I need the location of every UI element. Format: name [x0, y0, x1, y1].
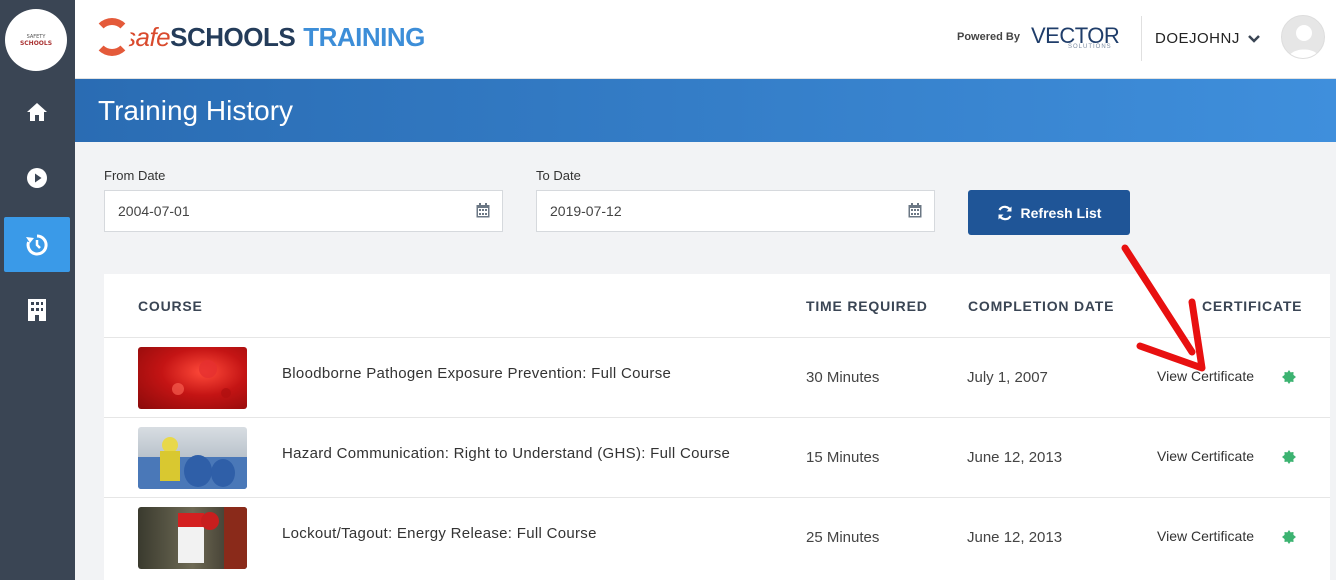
- powered-by-label: Powered By: [957, 31, 1020, 43]
- play-icon: [27, 167, 47, 188]
- completion-date: June 12, 2013: [967, 449, 1063, 466]
- to-date-input[interactable]: [550, 203, 850, 219]
- lifebuoy-icon: [93, 18, 131, 56]
- course-title[interactable]: Lockout/Tagout: Energy Release: Full Cou…: [282, 525, 597, 542]
- completion-date: July 1, 2007: [967, 369, 1048, 386]
- view-certificate-link[interactable]: View Certificate: [1157, 528, 1254, 544]
- view-certificate-link[interactable]: View Certificate: [1157, 448, 1254, 464]
- time-required: 15 Minutes: [806, 449, 880, 466]
- col-header-completion: COMPLETION DATE: [968, 298, 1115, 314]
- completed-badge-icon: [1282, 370, 1296, 384]
- history-icon: [26, 233, 48, 255]
- calendar-icon[interactable]: [908, 203, 922, 218]
- app-logo[interactable]: safeSCHOOLS TRAINING: [93, 18, 425, 56]
- header-divider: [1141, 16, 1142, 61]
- refresh-icon: [997, 205, 1012, 220]
- course-image: [172, 360, 231, 398]
- completed-badge-icon: [1282, 530, 1296, 544]
- top-header: safeSCHOOLS TRAINING Powered By VECTOR SO…: [75, 0, 1336, 79]
- district-logo[interactable]: SAFETY SCHOOLS: [5, 9, 67, 71]
- building-icon: [28, 298, 46, 321]
- col-header-course: COURSE: [138, 298, 203, 314]
- refresh-label: Refresh List: [1020, 204, 1102, 221]
- page-banner: Training History: [75, 79, 1336, 142]
- nav-history[interactable]: [4, 217, 70, 272]
- sidebar: SAFETY SCHOOLS: [0, 0, 75, 580]
- course-thumbnail[interactable]: [138, 507, 247, 569]
- course-thumbnail[interactable]: [138, 347, 247, 409]
- course-title[interactable]: Hazard Communication: Right to Understan…: [282, 445, 730, 462]
- completion-date: June 12, 2013: [967, 529, 1063, 546]
- table-row: Lockout/Tagout: Energy Release: Full Cou…: [104, 497, 1330, 577]
- red-arrow-annotation: [1121, 244, 1206, 372]
- chevron-down-icon[interactable]: [1247, 30, 1261, 46]
- vector-logo-sub: SOLUTIONS: [1068, 44, 1112, 50]
- from-date-field[interactable]: [104, 190, 503, 232]
- course-image: [178, 507, 247, 569]
- logo-text-2: SCHOOLS: [19, 39, 53, 47]
- to-date-label: To Date: [536, 168, 581, 183]
- nav-home[interactable]: [4, 84, 70, 139]
- course-image: [138, 437, 247, 489]
- username[interactable]: DOEJOHNJ: [1155, 30, 1240, 47]
- calendar-icon[interactable]: [476, 203, 490, 218]
- refresh-list-button[interactable]: Refresh List: [968, 190, 1130, 235]
- to-date-field[interactable]: [536, 190, 935, 232]
- user-silhouette-icon: [1288, 25, 1320, 58]
- from-date-input[interactable]: [118, 203, 418, 219]
- home-icon: [27, 102, 47, 121]
- nav-organization[interactable]: [4, 282, 70, 337]
- brand-training: TRAINING: [303, 21, 425, 52]
- col-header-time: TIME REQUIRED: [806, 298, 928, 314]
- from-date-label: From Date: [104, 168, 166, 183]
- course-title[interactable]: Bloodborne Pathogen Exposure Prevention:…: [282, 365, 671, 382]
- col-header-certificate: CERTIFICATE: [1202, 298, 1303, 314]
- course-thumbnail[interactable]: [138, 427, 247, 489]
- brand-text: safeSCHOOLS TRAINING: [123, 22, 425, 53]
- time-required: 30 Minutes: [806, 369, 880, 386]
- time-required: 25 Minutes: [806, 529, 880, 546]
- table-row: Hazard Communication: Right to Understan…: [104, 417, 1330, 497]
- avatar[interactable]: [1281, 15, 1325, 59]
- page-title: Training History: [98, 95, 294, 126]
- nav-courses[interactable]: [4, 150, 70, 205]
- completed-badge-icon: [1282, 450, 1296, 464]
- brand-schools: SCHOOLS: [170, 21, 296, 52]
